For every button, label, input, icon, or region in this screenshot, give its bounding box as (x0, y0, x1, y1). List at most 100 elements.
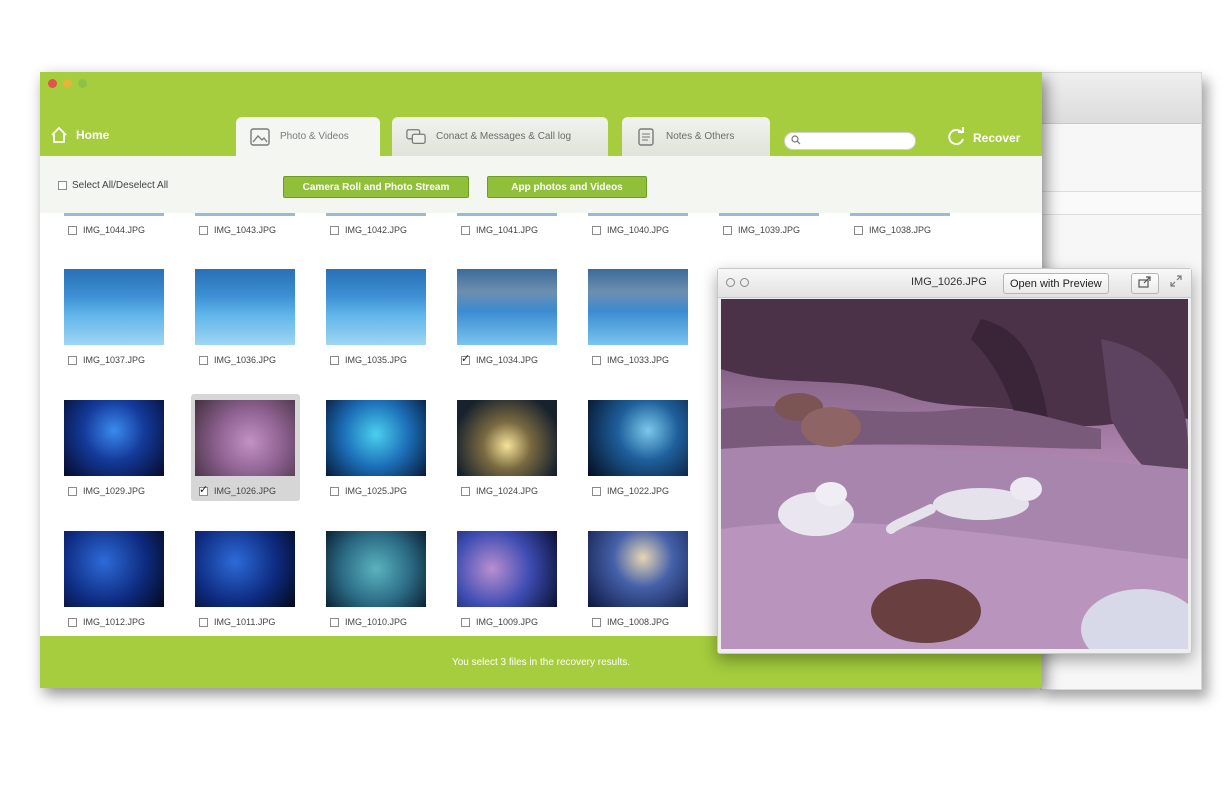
file-name: IMG_1009.JPG (476, 617, 539, 627)
file-checkbox[interactable] (461, 617, 470, 627)
file-name: IMG_1034.JPG (476, 355, 539, 365)
home-icon (50, 126, 68, 144)
tab-contacts-messages[interactable]: Conact & Messages & Call log (392, 117, 608, 156)
file-label[interactable]: IMG_1044.JPG (68, 225, 145, 235)
title-bar: Home Photo & Videos Conact & Messages & … (40, 72, 1042, 156)
file-label[interactable]: IMG_1026.JPG (199, 483, 277, 496)
file-label[interactable]: IMG_1035.JPG (330, 355, 407, 365)
file-label[interactable]: IMG_1034.JPG (461, 352, 539, 365)
file-label[interactable]: IMG_1010.JPG (330, 617, 407, 627)
file-checkbox[interactable] (68, 617, 77, 627)
file-checkbox[interactable] (68, 486, 77, 496)
background-window-titlebar (1041, 73, 1201, 124)
file-label[interactable]: IMG_1039.JPG (723, 225, 800, 235)
photo-thumbnail[interactable] (326, 269, 426, 345)
close-window-button[interactable] (48, 79, 57, 88)
share-button[interactable] (1131, 273, 1159, 294)
file-checkbox[interactable] (330, 355, 339, 365)
photo-thumbnail-selected[interactable] (195, 400, 295, 476)
photo-thumbnail[interactable] (588, 269, 688, 345)
select-all-checkbox[interactable] (58, 181, 67, 190)
file-checkbox[interactable] (592, 617, 601, 627)
file-name: IMG_1008.JPG (607, 617, 670, 627)
photo-thumbnail[interactable] (64, 400, 164, 476)
file-label[interactable]: IMG_1024.JPG (461, 486, 538, 496)
file-checkbox[interactable] (199, 355, 208, 365)
file-checkbox[interactable] (461, 486, 470, 496)
file-label[interactable]: IMG_1025.JPG (330, 486, 407, 496)
photo-thumbnail[interactable] (64, 269, 164, 345)
select-all-label: Select All/Deselect All (72, 180, 169, 191)
expand-button[interactable] (1168, 275, 1184, 291)
preview-titlebar: IMG_1026.JPG Open with Preview (718, 269, 1191, 298)
file-checkbox[interactable] (199, 617, 208, 627)
file-checkbox[interactable] (68, 355, 77, 365)
file-label[interactable]: IMG_1011.JPG (199, 617, 275, 627)
photo-thumbnail[interactable] (326, 400, 426, 476)
home-button[interactable]: Home (50, 122, 170, 148)
file-checkbox[interactable] (592, 225, 601, 235)
file-label[interactable]: IMG_1012.JPG (68, 617, 145, 627)
open-with-preview-button[interactable]: Open with Preview (1003, 273, 1109, 294)
file-name: IMG_1044.JPG (83, 225, 146, 235)
preview-fullscreen-button[interactable] (740, 278, 749, 287)
file-checkbox[interactable] (723, 225, 732, 235)
select-all-toggle[interactable]: Select All/Deselect All (58, 180, 168, 191)
photo-thumbnail[interactable] (457, 400, 557, 476)
tab-label: Notes & Others (666, 131, 735, 142)
file-label[interactable]: IMG_1037.JPG (68, 355, 145, 365)
file-label[interactable]: IMG_1042.JPG (330, 225, 407, 235)
file-checkbox[interactable] (330, 225, 339, 235)
recover-button[interactable]: Recover (945, 124, 1035, 152)
file-label[interactable]: IMG_1043.JPG (199, 225, 276, 235)
file-name: IMG_1042.JPG (345, 225, 408, 235)
file-label[interactable]: IMG_1022.JPG (592, 486, 669, 496)
photo-thumbnail[interactable] (457, 269, 557, 345)
photo-thumbnail[interactable] (588, 400, 688, 476)
file-label[interactable]: IMG_1041.JPG (461, 225, 538, 235)
partial-thumbnail (588, 213, 688, 216)
tab-notes-others[interactable]: Notes & Others (622, 117, 770, 156)
file-checkbox[interactable] (330, 486, 339, 496)
file-label[interactable]: IMG_1040.JPG (592, 225, 669, 235)
camera-roll-button[interactable]: Camera Roll and Photo Stream (283, 176, 469, 198)
search-icon (791, 132, 801, 150)
file-label[interactable]: IMG_1036.JPG (199, 355, 276, 365)
photo-thumbnail[interactable] (64, 531, 164, 607)
file-name: IMG_1037.JPG (83, 355, 146, 365)
file-label[interactable]: IMG_1029.JPG (68, 486, 145, 496)
file-checkbox[interactable] (592, 486, 601, 496)
file-checkbox[interactable] (592, 355, 601, 365)
tab-label: Photo & Videos (280, 131, 349, 142)
preview-close-button[interactable] (726, 278, 735, 287)
file-label[interactable]: IMG_1033.JPG (592, 355, 669, 365)
file-checkbox[interactable] (330, 617, 339, 627)
file-name: IMG_1029.JPG (83, 486, 146, 496)
file-checkbox[interactable] (854, 225, 863, 235)
search-box[interactable] (784, 132, 916, 150)
file-checkbox[interactable] (461, 352, 470, 365)
zoom-window-button[interactable] (78, 79, 87, 88)
app-photos-button[interactable]: App photos and Videos (487, 176, 647, 198)
file-checkbox[interactable] (461, 225, 470, 235)
photo-thumbnail[interactable] (195, 531, 295, 607)
file-label[interactable]: IMG_1038.JPG (854, 225, 931, 235)
background-window-toolbar (1041, 191, 1201, 215)
file-name: IMG_1026.JPG (214, 486, 277, 496)
partial-thumbnail (719, 213, 819, 216)
file-checkbox[interactable] (199, 225, 208, 235)
search-input[interactable] (801, 134, 905, 148)
file-label[interactable]: IMG_1008.JPG (592, 617, 669, 627)
file-checkbox[interactable] (68, 225, 77, 235)
window-controls (48, 79, 87, 88)
photo-thumbnail[interactable] (588, 531, 688, 607)
photo-thumbnail[interactable] (195, 269, 295, 345)
minimize-window-button[interactable] (63, 79, 72, 88)
file-checkbox[interactable] (199, 483, 208, 496)
note-icon (636, 127, 656, 146)
file-label[interactable]: IMG_1009.JPG (461, 617, 538, 627)
photo-thumbnail[interactable] (457, 531, 557, 607)
recover-label: Recover (973, 131, 1021, 145)
photo-thumbnail[interactable] (326, 531, 426, 607)
tab-photo-videos[interactable]: Photo & Videos (236, 117, 380, 156)
